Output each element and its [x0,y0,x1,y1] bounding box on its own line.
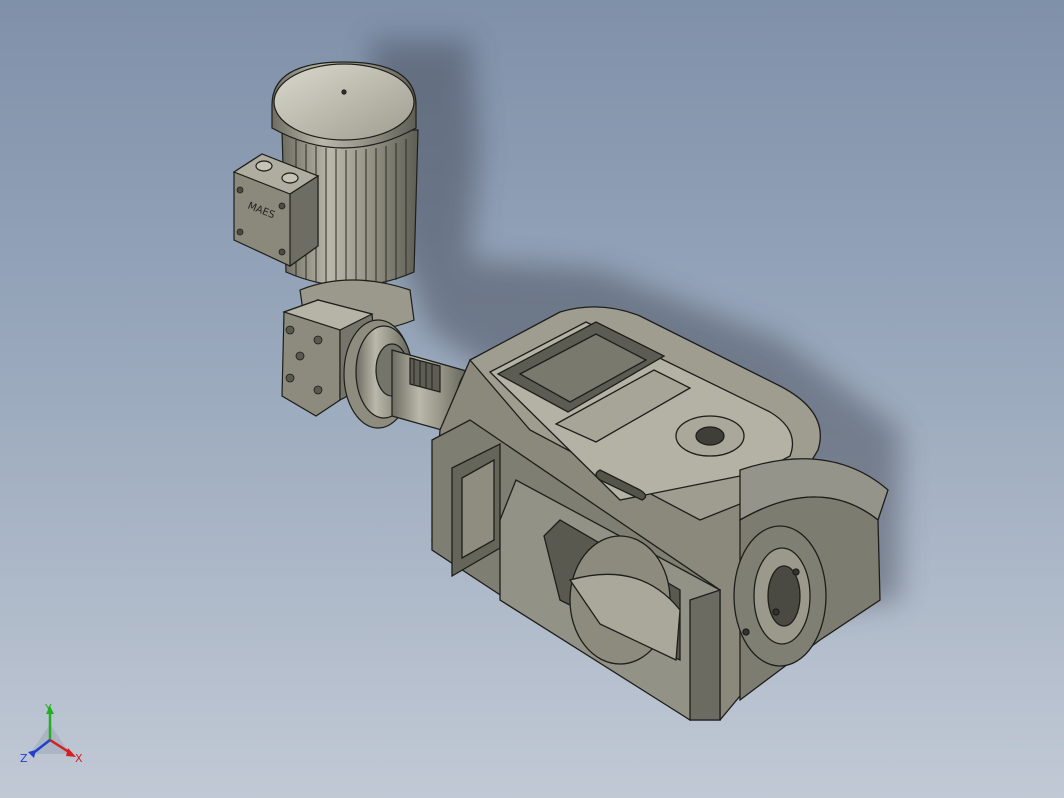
z-arrow-icon [28,750,36,758]
x-axis-label: X [75,752,83,765]
y-axis-label: Y [44,702,52,715]
z-axis-label: Z [20,752,28,765]
cad-model-view[interactable]: MAES [0,0,1064,798]
orientation-triad[interactable]: Y X Z [18,702,88,772]
motor-fan-cover[interactable] [271,61,417,149]
graphics-viewport[interactable]: MAES Y X Z [0,0,1064,798]
valve-end-bore[interactable] [733,525,827,667]
terminal-box[interactable]: MAES [232,153,320,268]
